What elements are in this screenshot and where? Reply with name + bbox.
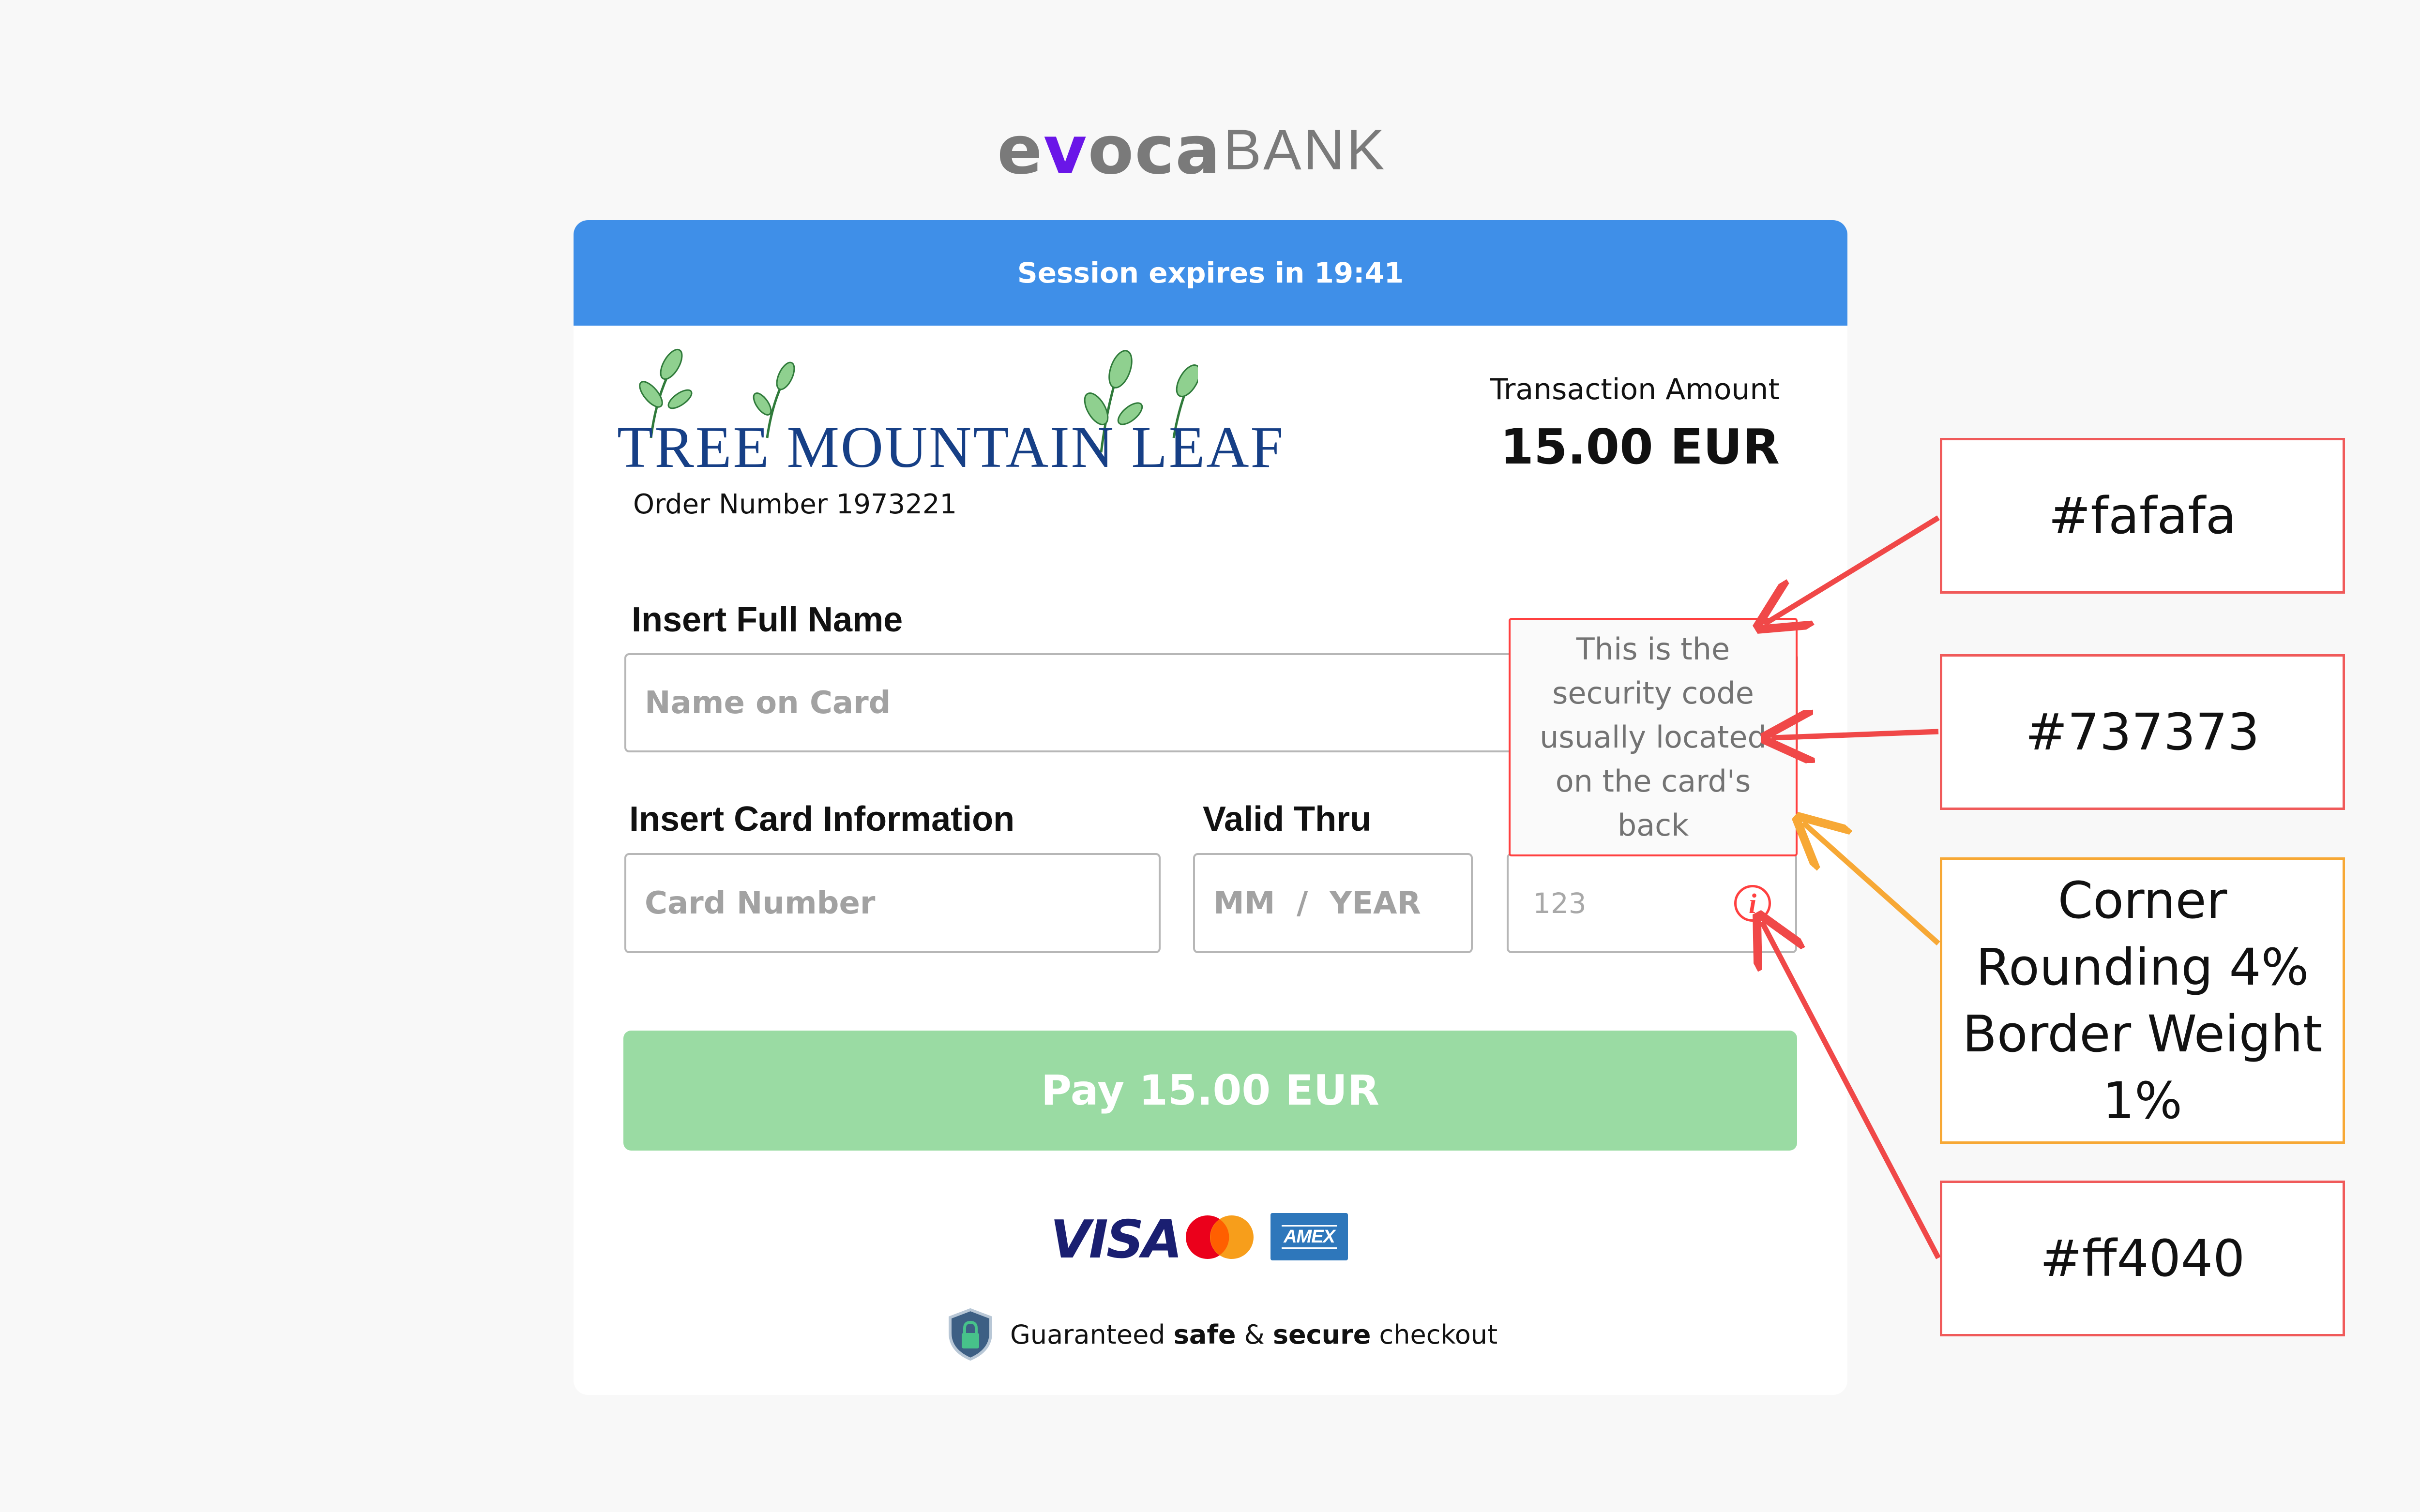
bank-logo-bank: BANK xyxy=(1223,118,1387,182)
full-name-label: Insert Full Name xyxy=(632,600,903,639)
mastercard-icon xyxy=(1186,1215,1254,1259)
annotation-icon-color-text: #ff4040 xyxy=(2040,1229,2245,1288)
bank-logo: evoca BANK xyxy=(997,111,1423,189)
annotation-text-color-text: #737373 xyxy=(2025,703,2260,762)
session-timer-bar: Session expires in 19:41 xyxy=(574,220,1847,326)
amex-logo-text: AMEX xyxy=(1282,1225,1337,1249)
bank-logo-evoca: evoca xyxy=(997,111,1222,189)
card-number-placeholder: Card Number xyxy=(645,885,876,921)
secure-text-amp: & xyxy=(1236,1319,1273,1350)
secure-text-prefix: Guaranteed xyxy=(1010,1319,1174,1350)
amex-logo: AMEX xyxy=(1270,1213,1348,1260)
visa-logo: VISA xyxy=(1050,1210,1182,1270)
secure-text-secure: secure xyxy=(1272,1319,1371,1350)
merchant-name: TREE MOUNTAIN LEAF xyxy=(617,415,1285,480)
secure-text-suffix: checkout xyxy=(1371,1319,1498,1350)
expiry-input[interactable]: MM / YEAR xyxy=(1193,853,1473,953)
secure-text-safe: safe xyxy=(1173,1319,1236,1350)
session-timer-text: Session expires in 19:41 xyxy=(1017,256,1404,289)
card-number-input[interactable]: Card Number xyxy=(624,853,1161,953)
annotation-text-color: #737373 xyxy=(1940,654,2345,810)
expiry-placeholder: MM / YEAR xyxy=(1213,885,1421,921)
pay-button[interactable]: Pay 15.00 EUR xyxy=(623,1031,1797,1151)
cvv-placeholder: 123 xyxy=(1533,886,1587,920)
card-info-label: Insert Card Information xyxy=(629,800,1015,838)
tooltip-text: This is the security code usually locate… xyxy=(1540,631,1767,843)
security-code-tooltip: This is the security code usually locate… xyxy=(1509,618,1798,856)
pay-button-label: Pay 15.00 EUR xyxy=(1041,1066,1379,1115)
annotation-corner-border-text: Corner Rounding 4% Border Weight 1% xyxy=(1962,871,2323,1130)
shield-lock-icon xyxy=(949,1308,992,1361)
secure-checkout-note: Guaranteed safe & secure checkout xyxy=(946,1308,1497,1361)
valid-thru-label: Valid Thru xyxy=(1203,800,1372,838)
cvv-input[interactable]: 123 i xyxy=(1507,853,1797,953)
transaction-amount-label: Transaction Amount xyxy=(1490,373,1780,406)
name-on-card-placeholder: Name on Card xyxy=(645,685,891,721)
order-number: Order Number 1973221 xyxy=(633,489,957,520)
info-icon[interactable]: i xyxy=(1734,885,1771,922)
annotation-fill-color: #fafafa xyxy=(1940,438,2345,594)
annotation-icon-color: #ff4040 xyxy=(1940,1181,2345,1336)
transaction-amount-value: 15.00 EUR xyxy=(1500,419,1780,475)
annotation-fill-color-text: #fafafa xyxy=(2048,486,2237,545)
annotation-corner-border: Corner Rounding 4% Border Weight 1% xyxy=(1940,857,2345,1144)
